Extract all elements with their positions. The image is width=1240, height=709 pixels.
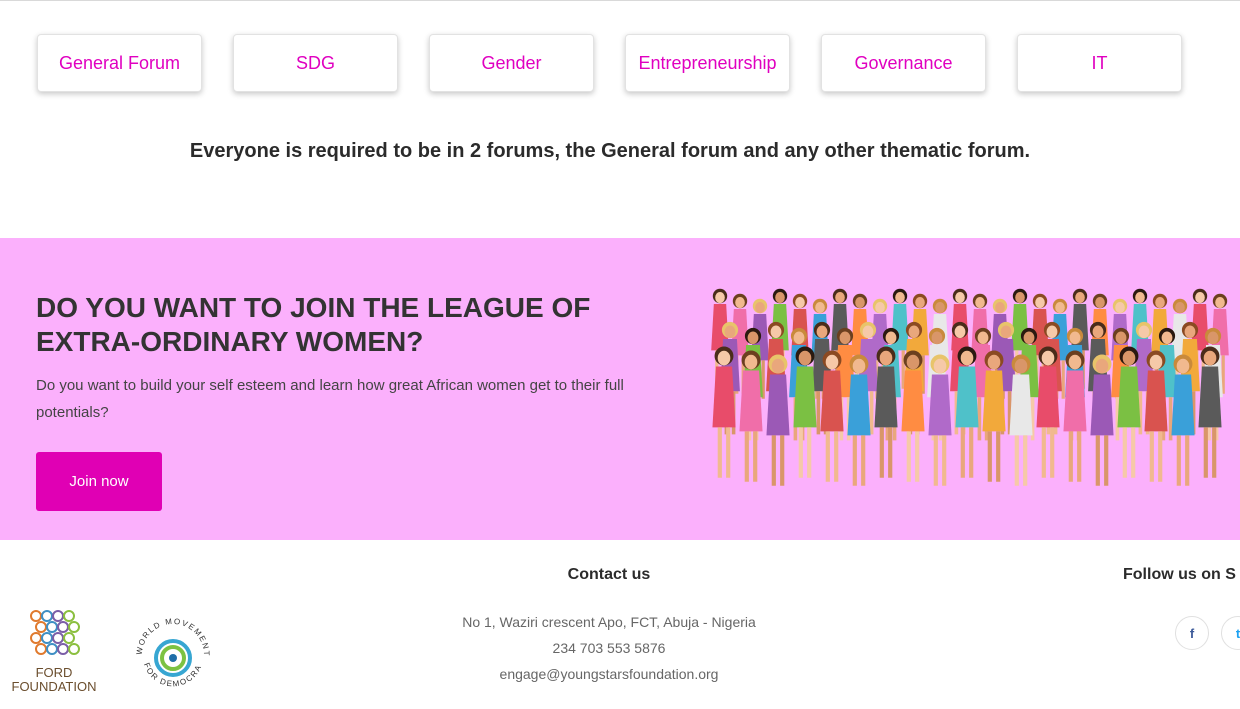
banner-heading: DO YOU WANT TO JOIN THE LEAGUE OF EXTRA-… (36, 292, 591, 357)
forum-gender-button[interactable]: Gender (429, 34, 594, 92)
facebook-icon[interactable]: f (1175, 616, 1209, 650)
site-footer: FORD FOUNDATION WORLD MOVEMENT FOR DEMOC… (0, 540, 1240, 709)
contact-email[interactable]: engage@youngstarsfoundation.org (409, 666, 809, 682)
banner-description: Do you want to build your self esteem an… (36, 377, 624, 421)
forum-sdg-button[interactable]: SDG (233, 34, 398, 92)
ford-foundation-logo: FORD FOUNDATION (6, 610, 102, 700)
forum-entrepreneurship-button[interactable]: Entrepreneurship (625, 34, 790, 92)
twitter-icon[interactable]: t (1221, 616, 1240, 650)
top-divider (0, 0, 1240, 1)
contact-us-heading: Contact us (567, 566, 651, 583)
world-movement-for-democracy-logo: WORLD MOVEMENT FOR DEMOCRACY (130, 612, 211, 689)
forum-general-button[interactable]: General Forum (37, 34, 202, 92)
forum-it-button[interactable]: IT (1017, 34, 1182, 92)
ford-foundation-pattern-icon (30, 610, 80, 655)
contact-address: No 1, Waziri crescent Apo, FCT, Abuja - … (462, 614, 756, 630)
follow-us-heading: Follow us on S (1123, 566, 1236, 583)
forum-governance-button[interactable]: Governance (821, 34, 986, 92)
svg-text:WORLD MOVEMENT: WORLD MOVEMENT (135, 617, 211, 657)
join-now-button[interactable]: Join now (36, 452, 162, 511)
forum-requirement-notice: Everyone is required to be in 2 forums, … (189, 140, 1031, 162)
crowd-of-women-illustration (711, 288, 1229, 486)
forum-tabs: General Forum SDG Gender Entrepreneurshi… (0, 34, 1240, 92)
contact-phone[interactable]: 234 703 553 5876 (409, 640, 809, 656)
join-league-banner: DO YOU WANT TO JOIN THE LEAGUE OF EXTRA-… (0, 238, 1240, 540)
ford-foundation-text: FORD FOUNDATION (11, 665, 97, 694)
